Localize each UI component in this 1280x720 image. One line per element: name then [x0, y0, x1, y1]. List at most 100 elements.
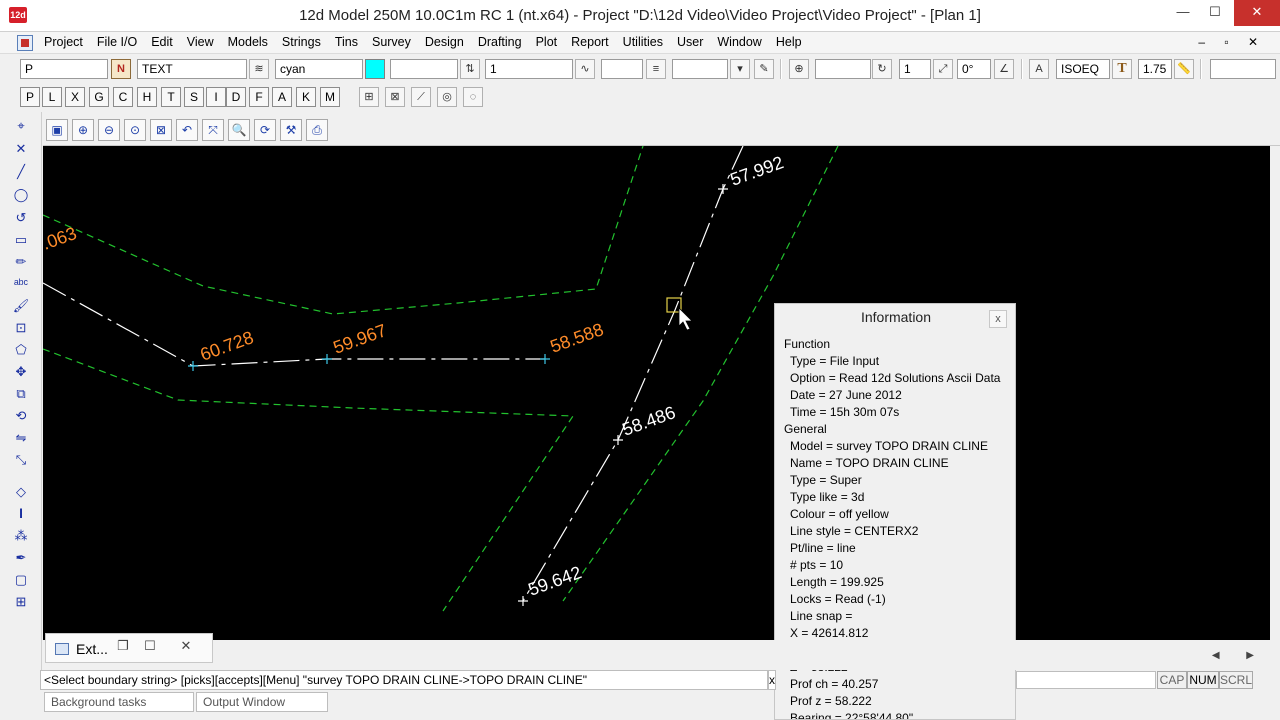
pencil-icon[interactable]: ✏	[11, 252, 31, 272]
menu-item-file-i-o[interactable]: File I/O	[97, 35, 137, 49]
menu-item-tins[interactable]: Tins	[335, 35, 358, 49]
select-box-icon[interactable]: ⊡	[11, 318, 31, 338]
chainage-field[interactable]	[601, 59, 643, 79]
menu-item-project[interactable]: Project	[44, 35, 83, 49]
maximize-button[interactable]: ☐	[139, 638, 161, 654]
vertical-scrollbar[interactable]	[1270, 146, 1280, 640]
pattern-field[interactable]	[672, 59, 728, 79]
restore-button[interactable]: ❐	[112, 638, 134, 654]
zoom-extent-icon[interactable]: ⤧	[202, 119, 224, 141]
maximize-button[interactable]: ☐	[1198, 0, 1232, 26]
menu-item-models[interactable]: Models	[228, 35, 268, 49]
filter-button-x[interactable]: X	[65, 87, 85, 107]
move-icon[interactable]: ✥	[11, 362, 31, 382]
zoom-icon[interactable]: ⊙	[124, 119, 146, 141]
extra-floating-window[interactable]: Ext... ❐ ☐ ✕	[45, 633, 213, 663]
colour-field[interactable]: cyan	[275, 59, 363, 79]
filter-button-d[interactable]: D	[226, 87, 246, 107]
menu-item-view[interactable]: View	[187, 35, 214, 49]
mdi-window-controls[interactable]: – ▫ ✕	[1198, 35, 1266, 49]
save-view-icon[interactable]: ▣	[46, 119, 68, 141]
filter-button-a[interactable]: A	[272, 87, 292, 107]
copy-icon[interactable]: ⧉	[11, 384, 31, 404]
minimize-button[interactable]: —	[1166, 0, 1200, 26]
text-size-field[interactable]: 1.75	[1138, 59, 1172, 79]
menu-item-utilities[interactable]: Utilities	[623, 35, 663, 49]
text-edit-icon[interactable]: 𝐈	[11, 504, 31, 524]
chevron-down-icon[interactable]: ▾	[730, 59, 750, 79]
filter-button-c[interactable]: C	[113, 87, 133, 107]
rotate-icon[interactable]: ⟲	[11, 406, 31, 426]
print-icon[interactable]: ⎙	[306, 119, 328, 141]
textstyle-name-field[interactable]: ISOEQ	[1056, 59, 1110, 79]
horizontal-scroll-buttons[interactable]: ◀ ▶	[1212, 650, 1266, 661]
polygon-icon[interactable]: ⬠	[11, 340, 31, 360]
snap-point-icon[interactable]: ⊞	[359, 87, 379, 107]
edit-vertex-icon[interactable]: ◇	[11, 482, 31, 502]
arc-icon[interactable]: ↺	[11, 208, 31, 228]
filter-button-l[interactable]: L	[42, 87, 62, 107]
menu-item-window[interactable]: Window	[717, 35, 761, 49]
text-style-icon[interactable]: A	[1029, 59, 1049, 79]
filter-button-m[interactable]: M	[320, 87, 340, 107]
delete-x-icon[interactable]: ✕	[11, 139, 31, 159]
cursor-cross-icon[interactable]: ⌖	[11, 116, 31, 136]
frame-icon[interactable]: ▢	[11, 570, 31, 590]
extra-field[interactable]	[1210, 59, 1276, 79]
circle-icon[interactable]: ◯	[11, 185, 31, 205]
menu-item-report[interactable]: Report	[571, 35, 609, 49]
filter-button-t[interactable]: T	[161, 87, 181, 107]
zoom-out-minus-icon[interactable]: ⊖	[98, 119, 120, 141]
menu-item-survey[interactable]: Survey	[372, 35, 411, 49]
close-button[interactable]: ✕	[175, 638, 197, 654]
filter-button-g[interactable]: G	[89, 87, 109, 107]
menu-item-design[interactable]: Design	[425, 35, 464, 49]
menu-item-user[interactable]: User	[677, 35, 703, 49]
snap-field[interactable]	[815, 59, 871, 79]
filter-button-p[interactable]: P	[20, 87, 40, 107]
menu-item-help[interactable]: Help	[776, 35, 802, 49]
name-n-icon[interactable]: N	[111, 59, 131, 79]
filter-button-h[interactable]: H	[137, 87, 157, 107]
line-icon[interactable]: ╱	[11, 162, 31, 182]
brush-icon[interactable]: 🖌	[11, 296, 31, 316]
zoom-in-plus-icon[interactable]: ⊕	[72, 119, 94, 141]
snap-circle-icon[interactable]: ◎	[437, 87, 457, 107]
filter-button-k[interactable]: K	[296, 87, 316, 107]
profile-icon[interactable]: ∿	[575, 59, 595, 79]
info-panel-close-button[interactable]: x	[989, 310, 1007, 328]
rectangle-icon[interactable]: ▭	[11, 230, 31, 250]
snap-cross-icon[interactable]: ⊠	[385, 87, 405, 107]
text-abc-icon[interactable]: ᵃᵇᶜ	[11, 274, 31, 294]
close-button[interactable]: ✕	[1234, 0, 1280, 26]
angle-field[interactable]: 0°	[957, 59, 991, 79]
weight-field[interactable]: 1	[485, 59, 573, 79]
scale-icon[interactable]: ⤢	[933, 59, 953, 79]
colour-swatch[interactable]	[365, 59, 385, 79]
filter-button-s[interactable]: S	[184, 87, 204, 107]
snap-line-icon[interactable]: ⟋	[411, 87, 431, 107]
linestyle-field[interactable]	[390, 59, 458, 79]
zoom-window-icon[interactable]: ⊠	[150, 119, 172, 141]
tab-background-tasks[interactable]: Background tasks	[44, 692, 194, 712]
plan-canvas[interactable]: .063 60.728 59.967 58.588 57.992 58.486 …	[43, 146, 1270, 640]
snap-arc-icon[interactable]: ◌	[463, 87, 483, 107]
filter-button-i[interactable]: I	[206, 87, 226, 107]
menu-item-strings[interactable]: Strings	[282, 35, 321, 49]
sort-icon[interactable]: ⇅	[460, 59, 480, 79]
menu-item-edit[interactable]: Edit	[151, 35, 173, 49]
menu-item-plot[interactable]: Plot	[536, 35, 558, 49]
scale-icon[interactable]: ⤡	[11, 450, 31, 470]
grid-icon[interactable]: ⊞	[11, 592, 31, 612]
nodes-icon[interactable]: ⁂	[11, 526, 31, 546]
document-menu-icon[interactable]	[17, 35, 33, 51]
menu-item-drafting[interactable]: Drafting	[478, 35, 522, 49]
pick-icon[interactable]: ⚒	[280, 119, 302, 141]
angle-icon[interactable]: ∠	[994, 59, 1014, 79]
text-t-icon[interactable]: T	[1112, 59, 1132, 79]
search-icon[interactable]: 🔍	[228, 119, 250, 141]
tab-output-window[interactable]: Output Window	[196, 692, 328, 712]
count-field[interactable]: 1	[899, 59, 931, 79]
layers-icon[interactable]: ≋	[249, 59, 269, 79]
zoom-previous-icon[interactable]: ↶	[176, 119, 198, 141]
